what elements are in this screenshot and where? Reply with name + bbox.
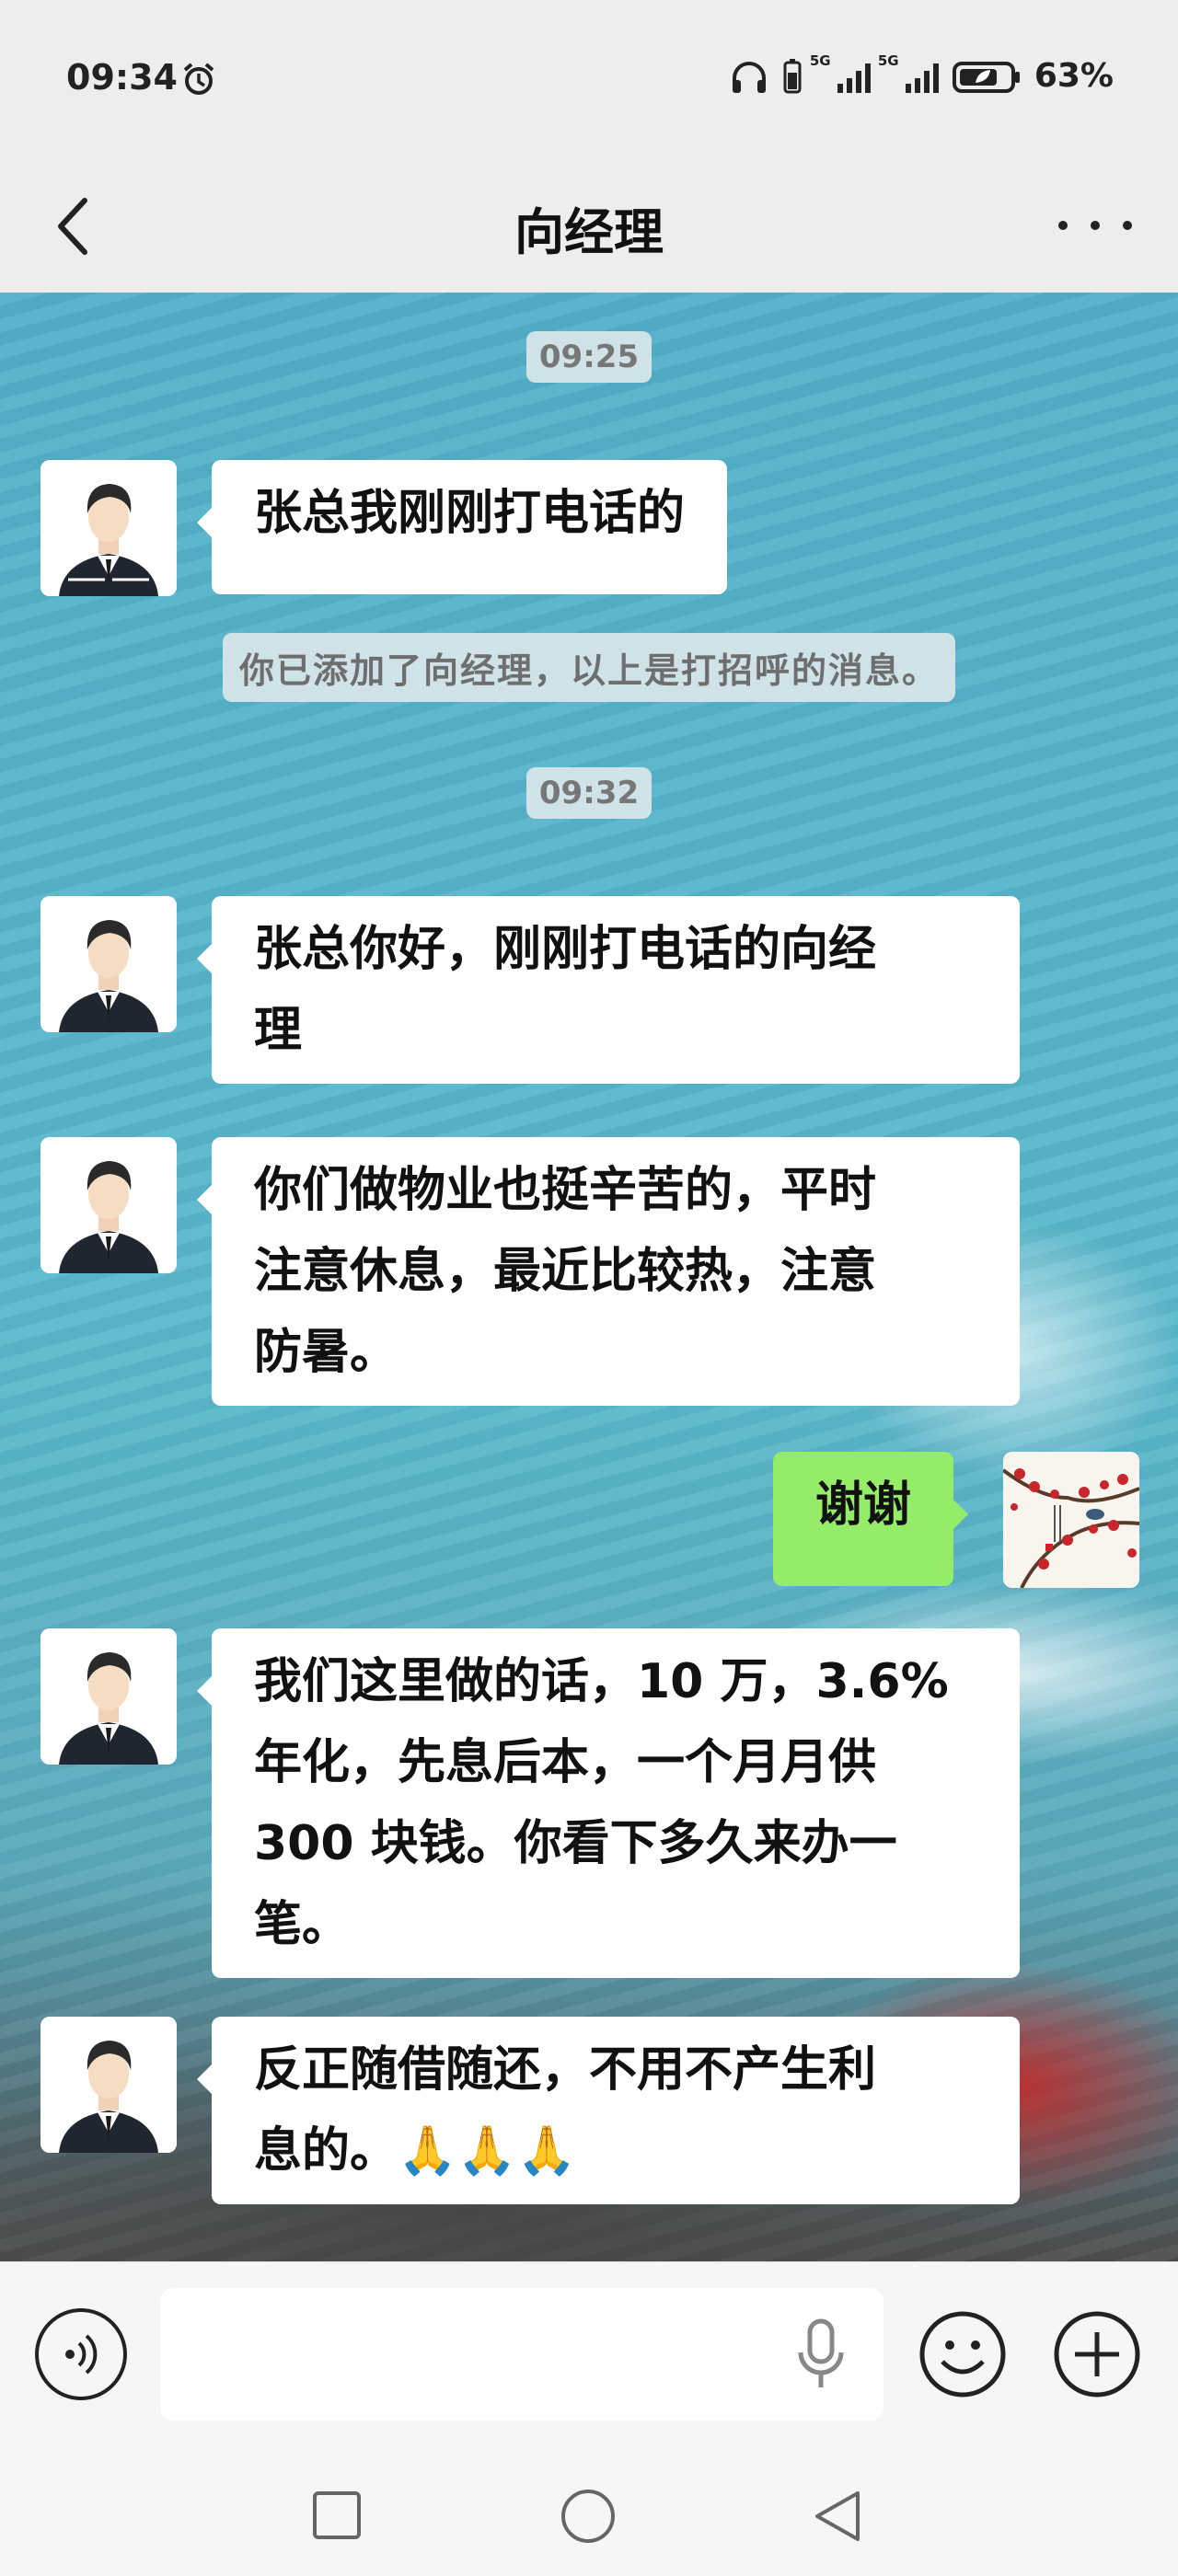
- message-bubble-incoming[interactable]: 张总你好，刚刚打电话的向经 理: [197, 896, 1020, 1084]
- headphones-icon: [732, 61, 766, 93]
- status-time: 09:34: [66, 57, 178, 98]
- businessman-avatar-icon: [40, 460, 177, 596]
- microphone-icon[interactable]: [793, 2316, 849, 2393]
- status-icons: 5G 5G 63%: [729, 52, 1114, 95]
- praying-hands-emoji: 🙏🙏🙏: [398, 2123, 577, 2179]
- signal-icon: 5G: [810, 52, 871, 93]
- avatar-manager[interactable]: [40, 2017, 177, 2153]
- network-type-label: 5G: [877, 52, 899, 69]
- battery-percent: 63%: [1034, 57, 1114, 95]
- network-type-label: 5G: [809, 52, 831, 69]
- message-bubble-incoming[interactable]: 反正随借随还，不用不产生利 息的。🙏🙏🙏: [197, 2017, 1020, 2204]
- message-line: 息的。🙏🙏🙏: [254, 2123, 577, 2179]
- plum-blossom-painting-avatar-icon: [1003, 1452, 1139, 1588]
- chat-header: 向经理: [0, 156, 1178, 293]
- system-nav-bar: [0, 2455, 1178, 2576]
- input-bar: [0, 2261, 1178, 2455]
- message-bubble-incoming[interactable]: 张总我刚刚打电话的: [196, 460, 728, 594]
- status-bar: 09:34 5G 5G 63%: [0, 0, 1178, 156]
- battery-saver-icon: [952, 61, 1020, 93]
- chat-area[interactable]: 09:25 张总我刚刚打电话的 你已添加了向经理，以上是打招呼的消息。 09:3…: [0, 293, 1178, 2261]
- message-bubble-incoming[interactable]: 我们这里做的话，10 万，3.6% 年化，先息后本，一个月月供 300 块钱。你…: [197, 1628, 1020, 1978]
- page-title: 向经理: [514, 203, 664, 261]
- battery-small-icon: [783, 58, 802, 93]
- message-timestamp: 09:25: [0, 331, 1178, 383]
- more-dots-icon[interactable]: [1058, 202, 1132, 248]
- businessman-avatar-icon: [40, 2017, 177, 2153]
- businessman-avatar-icon: [40, 896, 177, 1032]
- voice-input-icon[interactable]: [35, 2308, 127, 2400]
- plus-circle-icon[interactable]: [1051, 2308, 1143, 2400]
- avatar-manager[interactable]: [40, 896, 177, 1032]
- back-triangle-icon[interactable]: [810, 2488, 865, 2545]
- message-bubble-incoming[interactable]: 你们做物业也挺辛苦的，平时 注意休息，最近比较热，注意 防暑。: [197, 1137, 1020, 1406]
- message-input[interactable]: [160, 2288, 884, 2421]
- emoji-smile-icon[interactable]: [917, 2308, 1009, 2400]
- businessman-avatar-icon: [40, 1628, 177, 1765]
- avatar-self[interactable]: [1003, 1452, 1139, 1588]
- message-bubble-outgoing[interactable]: 谢谢: [773, 1452, 969, 1586]
- recent-apps-icon[interactable]: [313, 2491, 361, 2539]
- system-note: 你已添加了向经理，以上是打招呼的消息。: [0, 633, 1178, 702]
- alarm-icon: [183, 63, 214, 95]
- signal-icon: 5G: [878, 52, 939, 93]
- avatar-manager[interactable]: [40, 460, 177, 596]
- avatar-manager[interactable]: [40, 1628, 177, 1765]
- home-icon[interactable]: [561, 2490, 615, 2543]
- avatar-manager[interactable]: [40, 1137, 177, 1273]
- businessman-avatar-icon: [40, 1137, 177, 1273]
- message-timestamp: 09:32: [0, 767, 1178, 819]
